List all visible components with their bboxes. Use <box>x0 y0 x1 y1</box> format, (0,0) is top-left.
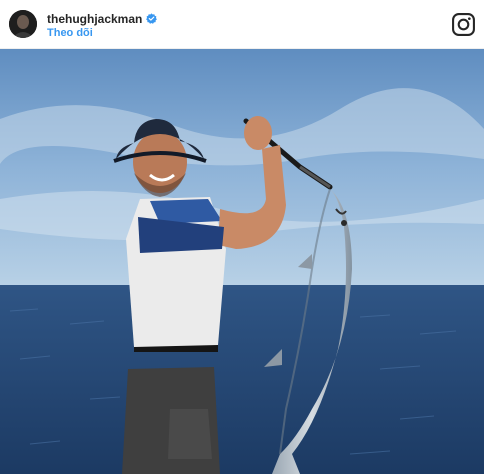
avatar[interactable] <box>9 10 37 38</box>
instagram-logo-icon[interactable] <box>451 12 476 37</box>
avatar-photo <box>9 10 37 38</box>
username-row: thehughjackman <box>47 11 158 26</box>
fishing-photo <box>0 49 484 474</box>
post-photo[interactable] <box>0 49 484 474</box>
instagram-post: thehughjackman Theo dõi <box>0 0 484 474</box>
username[interactable]: thehughjackman <box>47 12 142 26</box>
verified-badge-icon <box>146 13 158 24</box>
post-header: thehughjackman Theo dõi <box>0 0 484 49</box>
follow-link[interactable]: Theo dõi <box>47 27 93 39</box>
